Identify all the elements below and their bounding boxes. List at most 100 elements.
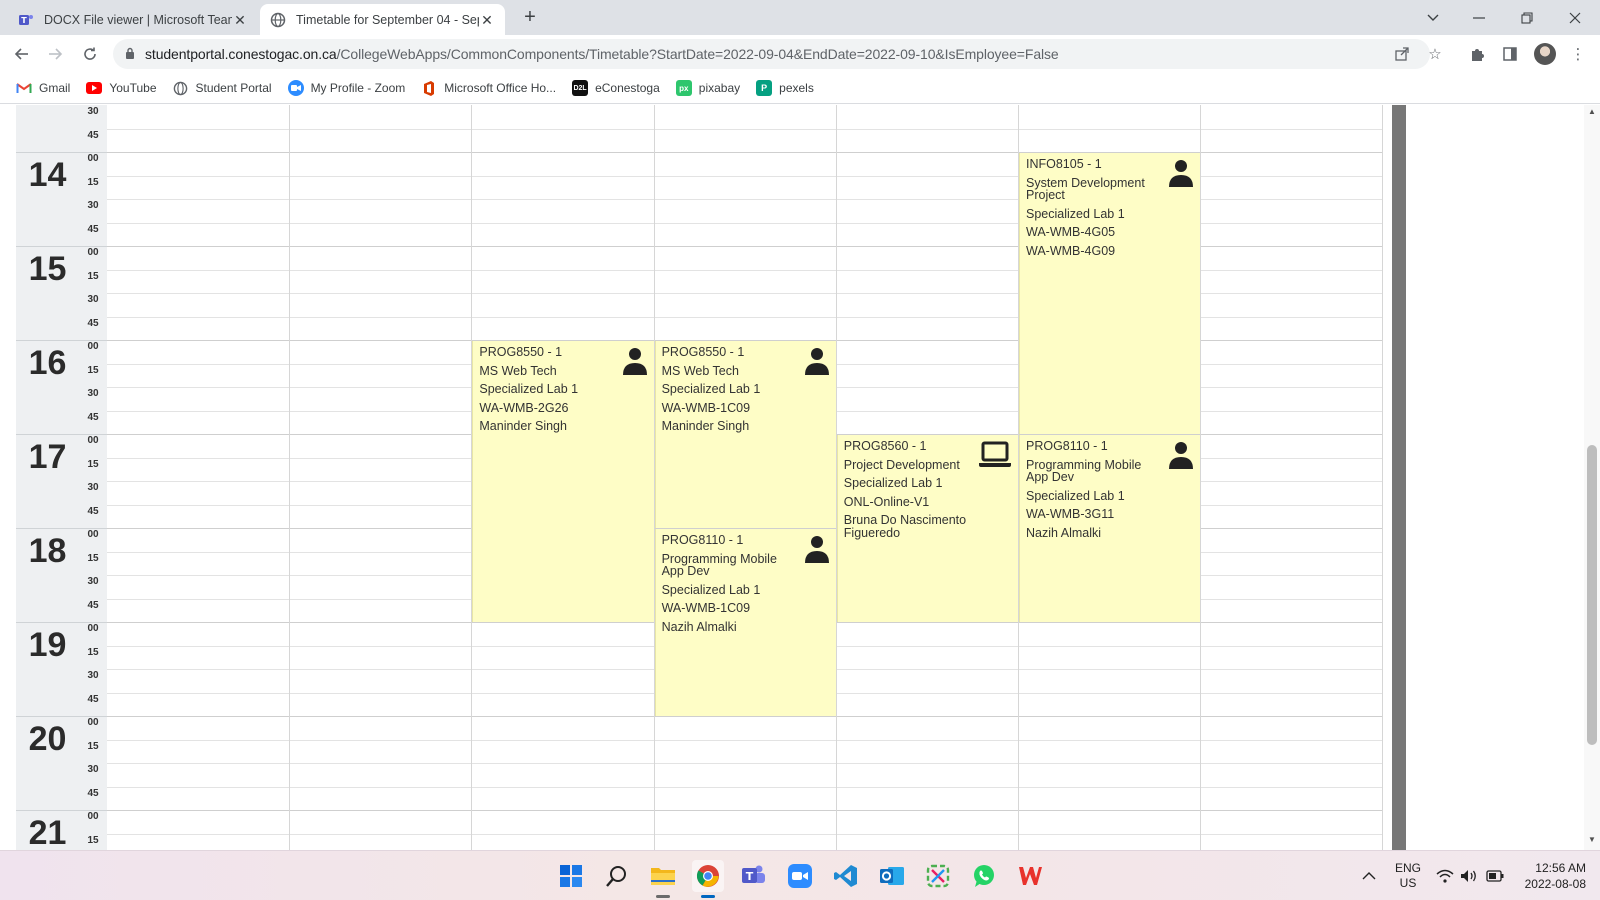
bookmarks-bar: Gmail YouTube Student Portal My Profile … [0,73,1600,104]
tray-overflow-chevron-icon[interactable] [1362,851,1376,900]
search-icon[interactable] [601,860,633,892]
share-icon[interactable] [1392,44,1412,64]
minute-label: 45 [87,787,99,799]
hour-separator [16,434,107,435]
taskbar-running-indicator [656,895,670,898]
profile-avatar[interactable] [1534,43,1556,65]
whatsapp-icon[interactable] [968,860,1000,892]
close-window-button[interactable] [1552,0,1598,35]
timetable-calendar: 14 15 16 17 18 19 20 21 30 45 00 15 30 45 00 15 30 45 00 1… [16,105,1406,850]
wps-icon[interactable] [1014,860,1046,892]
bookmark-pixabay[interactable]: px pixabay [675,80,740,96]
class-event-prog8110[interactable]: PROG8110 - 1 Programming Mobile App Dev Sp… [654,529,836,716]
minimize-button[interactable] [1456,0,1502,35]
hour-separator [16,246,107,247]
minute-label: 30 [87,106,99,117]
bookmark-student-portal[interactable]: Student Portal [173,80,272,96]
pixabay-icon: px [675,80,692,96]
scroll-up-arrow-icon[interactable]: ▲ [1584,107,1600,121]
minute-label: 00 [87,623,99,634]
snip-icon[interactable] [922,860,954,892]
address-bar[interactable]: studentportal.conestogac.on.ca/CollegeWe… [113,39,1430,69]
hour-separator [16,528,107,529]
minute-label: 45 [87,317,99,329]
bookmark-label: pexels [779,81,814,95]
battery-icon[interactable] [1486,851,1504,900]
wifi-icon[interactable] [1436,851,1454,900]
scrollbar-thumb[interactable] [1587,445,1597,745]
system-clock[interactable]: 12:56 AM 2022-08-08 [1518,860,1586,892]
class-event-prog8110[interactable]: PROG8110 - 1 Programming Mobile App Dev Sp… [1019,435,1201,622]
tab-search-chevron-icon[interactable] [1410,0,1456,35]
language-indicator[interactable]: ENG US [1394,851,1422,900]
class-event-prog8560[interactable]: PROG8560 - 1 Project Development Specializ… [836,435,1018,622]
youtube-icon [86,80,103,96]
page-scrollbar[interactable]: ▲ ▼ [1584,105,1600,850]
event-title: Programming Mobile App Dev [661,551,777,578]
volume-icon[interactable] [1460,851,1478,900]
event-instructor: Nazih Almalki [661,619,737,634]
reload-button[interactable] [78,42,102,66]
tab-title: DOCX File viewer | Microsoft Teams [44,12,232,27]
minute-label: 15 [87,270,99,282]
clock-time: 12:56 AM [1535,861,1586,875]
forward-button[interactable] [43,42,67,66]
event-title: Project Development [843,457,960,472]
bookmark-gmail[interactable]: Gmail [16,80,70,96]
class-event-info8105[interactable]: INFO8105 - 1 System Development Project Sp… [1019,153,1201,434]
hour-column: 14 15 16 17 18 19 20 21 [16,105,79,850]
side-panel-icon[interactable] [1500,44,1520,64]
minute-label: 30 [87,576,99,587]
bookmark-zoom-profile[interactable]: My Profile - Zoom [287,80,406,96]
event-type: Specialized Lab 1 [661,582,761,597]
minute-label: 45 [87,693,99,705]
new-tab-button[interactable]: + [518,6,542,30]
url-path: /CollegeWebApps/CommonComponents/Timetab… [336,46,1059,62]
bookmark-star-icon[interactable]: ☆ [1425,44,1445,64]
event-instructor: Maninder Singh [661,419,750,433]
teams-icon[interactable]: T [738,860,770,892]
event-room: WA-WMB-4G05 [1026,225,1116,239]
event-type: Specialized Lab 1 [843,476,943,490]
event-type: Specialized Lab 1 [1026,206,1125,221]
zoom-icon[interactable] [784,860,816,892]
minute-label: 15 [87,364,99,376]
class-event-prog8550[interactable]: PROG8550 - 1 MS Web Tech Specialized Lab 1… [472,341,654,622]
close-tab-icon[interactable]: ✕ [479,12,495,28]
hour-separator [16,340,107,341]
close-tab-icon[interactable]: ✕ [232,12,248,28]
event-title: Programming Mobile App Dev [1026,457,1142,484]
class-event-prog8550[interactable]: PROG8550 - 1 MS Web Tech Specialized Lab 1… [654,341,836,528]
back-button[interactable] [10,42,34,66]
bookmark-youtube[interactable]: YouTube [86,80,157,96]
vscode-icon[interactable] [830,860,862,892]
tab-timetable[interactable]: Timetable for September 04 - September 1… [260,4,505,35]
bookmark-microsoft-office[interactable]: Microsoft Office Ho... [421,80,556,96]
tab-teams-docx-viewer[interactable]: T DOCX File viewer | Microsoft Teams ✕ [8,4,258,35]
minute-label: 00 [87,717,99,728]
more-menu-icon[interactable]: ⋮ [1568,44,1588,64]
outlook-icon[interactable] [876,860,908,892]
chrome-icon[interactable] [692,860,724,892]
tab-strip: T DOCX File viewer | Microsoft Teams ✕ T… [0,0,1600,35]
restore-button[interactable] [1504,0,1550,35]
scroll-down-arrow-icon[interactable]: ▼ [1584,835,1600,849]
calendar-edge-bar [1392,105,1406,850]
pexels-icon: P [756,80,773,96]
zoom-icon [287,80,304,96]
bookmark-pexels[interactable]: P pexels [756,80,814,96]
minute-label: 45 [87,129,99,141]
bookmark-econestoga[interactable]: D2L eConestoga [572,80,660,96]
minute-label: 15 [87,646,99,658]
bookmark-label: YouTube [109,81,157,95]
person-icon [1168,159,1194,190]
globe-icon [173,80,189,96]
windows-start-icon[interactable] [555,860,587,892]
extensions-puzzle-icon[interactable] [1467,44,1487,64]
file-explorer-icon[interactable] [647,860,679,892]
lock-icon[interactable] [125,46,135,62]
grid-line [107,833,1383,835]
event-course-code: PROG8550 - 1 [661,345,745,359]
bookmark-label: My Profile - Zoom [310,81,406,95]
svg-text:T: T [21,16,27,25]
